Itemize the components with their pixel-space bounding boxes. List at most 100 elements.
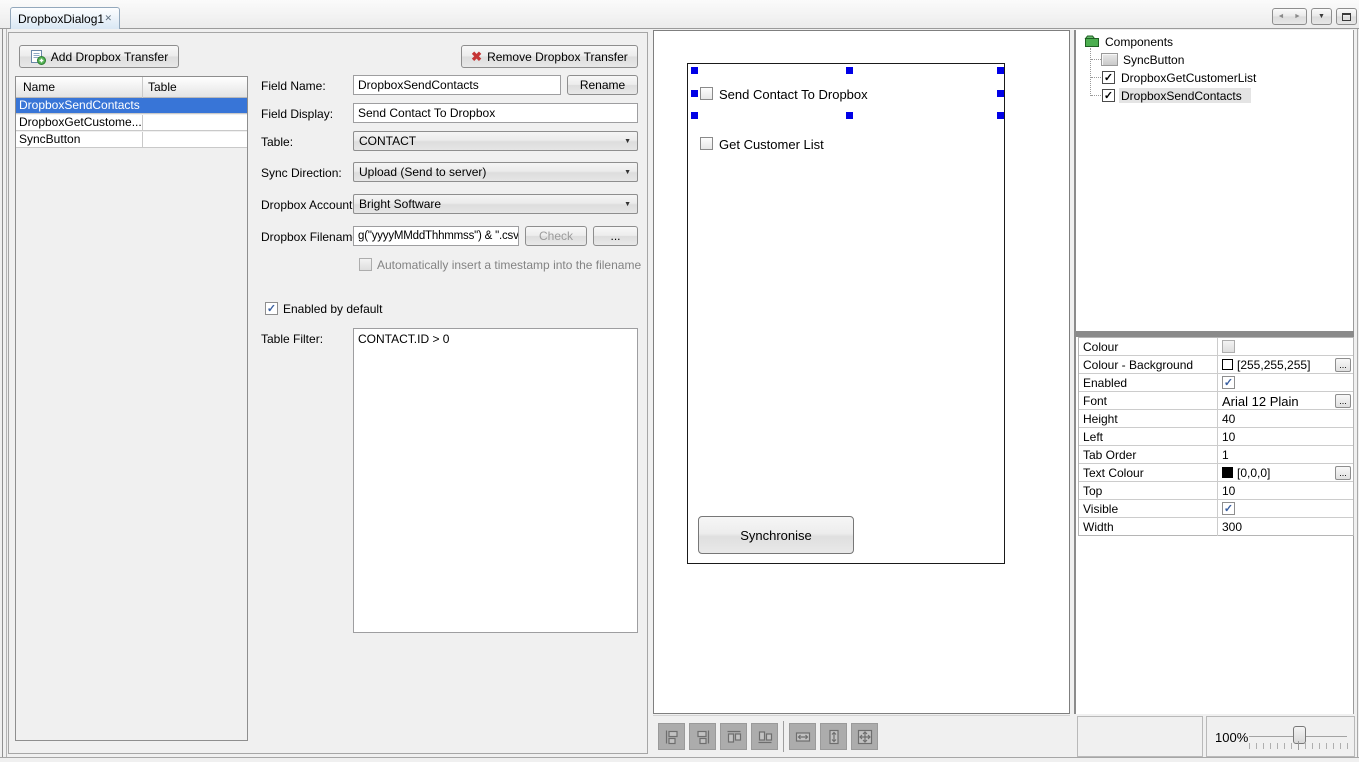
design-canvas[interactable]: Send Contact To Dropbox Get Customer Lis…: [653, 30, 1070, 714]
tree-connector: [1091, 59, 1101, 60]
selection-handle[interactable]: [691, 112, 698, 119]
align-bottom-edges-button[interactable]: [751, 723, 778, 750]
property-value[interactable]: 300: [1222, 520, 1242, 534]
checkbox-component-icon[interactable]: ✓: [1102, 89, 1115, 102]
zoom-percent-label: 100%: [1215, 730, 1248, 745]
dropbox-filename-input[interactable]: g("yyyyMMddThhmmss") & ".csv": [353, 226, 519, 246]
rename-button[interactable]: Rename: [567, 75, 638, 95]
cell-divider: [142, 132, 143, 148]
scroll-tabs-right-button[interactable]: ►: [1289, 8, 1307, 25]
property-row: Font Arial 12 Plain ...: [1079, 392, 1353, 410]
scroll-tabs-left-button[interactable]: ◄: [1272, 8, 1290, 25]
table-row[interactable]: SyncButton: [16, 132, 247, 148]
sync-direction-label: Sync Direction:: [261, 166, 342, 180]
tree-item-syncbutton[interactable]: SyncButton: [1123, 53, 1184, 67]
property-row: Colour: [1079, 338, 1353, 356]
field-display-input[interactable]: Send Contact To Dropbox: [353, 103, 638, 123]
table-row[interactable]: DropboxGetCustome...: [16, 115, 247, 131]
field-display-value: Send Contact To Dropbox: [358, 106, 495, 120]
tab-dropboxdialog1[interactable]: DropboxDialog1 ✕: [10, 7, 120, 29]
column-header-table[interactable]: Table: [148, 80, 177, 94]
selection-handle[interactable]: [997, 90, 1004, 97]
selection-handle[interactable]: [997, 67, 1004, 74]
property-row: Colour - Background [255,255,255] ...: [1079, 356, 1353, 374]
property-name: Enabled: [1083, 376, 1127, 390]
property-value[interactable]: 40: [1222, 412, 1235, 426]
add-dropbox-transfer-button[interactable]: Add Dropbox Transfer: [19, 45, 179, 68]
get-customer-checkbox[interactable]: [700, 137, 713, 150]
check-icon: ✓: [1224, 378, 1233, 388]
align-top-edges-button[interactable]: [720, 723, 747, 750]
visible-checkbox[interactable]: ✓: [1222, 502, 1235, 515]
timestamp-checkbox-label: Automatically insert a timestamp into th…: [377, 258, 641, 272]
zoom-slider-thumb[interactable]: [1293, 726, 1306, 744]
same-width-button[interactable]: [789, 723, 816, 750]
arrow-left-icon: ◄: [1278, 13, 1285, 20]
property-name: Colour - Background: [1083, 358, 1193, 372]
align-right-edges-button[interactable]: [689, 723, 716, 750]
tree-item-dropboxgetcustomerlist[interactable]: DropboxGetCustomerList: [1121, 71, 1256, 85]
colour-checkbox[interactable]: [1222, 340, 1235, 353]
selection-handle[interactable]: [997, 112, 1004, 119]
filename-browse-button[interactable]: ...: [593, 226, 638, 246]
zoom-slider-center-tick: [1298, 741, 1299, 750]
ellipsis-icon: ...: [1339, 397, 1347, 405]
check-icon: ✓: [1104, 91, 1113, 101]
property-name: Font: [1083, 394, 1107, 408]
check-icon: ✓: [1224, 504, 1233, 514]
window-right-edge: [1357, 29, 1358, 757]
tab-list-dropdown-button[interactable]: ▼: [1311, 8, 1332, 25]
table-filter-textarea[interactable]: CONTACT.ID > 0: [353, 328, 638, 633]
tree-connector: [1091, 95, 1101, 96]
enabled-checkbox[interactable]: ✓: [1222, 376, 1235, 389]
checkbox-component-icon[interactable]: ✓: [1102, 71, 1115, 84]
maximize-icon: [1342, 13, 1351, 21]
remove-button-label: Remove Dropbox Transfer: [487, 50, 628, 64]
table-row[interactable]: DropboxSendContacts: [16, 98, 247, 114]
tab-close-icon[interactable]: ✕: [104, 13, 112, 24]
property-name: Text Colour: [1083, 466, 1144, 480]
background-colour-browse-button[interactable]: ...: [1335, 358, 1351, 372]
selection-handle[interactable]: [691, 67, 698, 74]
send-contact-checkbox[interactable]: [700, 87, 713, 100]
property-value[interactable]: [0,0,0]: [1222, 466, 1270, 480]
rename-button-label: Rename: [580, 78, 625, 92]
selection-handle[interactable]: [846, 112, 853, 119]
field-name-input[interactable]: DropboxSendContacts: [353, 75, 561, 95]
property-value[interactable]: 10: [1222, 484, 1235, 498]
check-button[interactable]: Check: [525, 226, 587, 246]
column-header-name[interactable]: Name: [23, 80, 55, 94]
property-value[interactable]: 10: [1222, 430, 1235, 444]
window-left-edge-2: [6, 29, 7, 757]
remove-dropbox-transfer-button[interactable]: ✖ Remove Dropbox Transfer: [461, 45, 638, 68]
maximize-view-button[interactable]: [1336, 8, 1357, 25]
enabled-by-default-label: Enabled by default: [283, 302, 382, 316]
property-value[interactable]: Arial 12 Plain: [1222, 394, 1299, 409]
same-height-button[interactable]: [820, 723, 847, 750]
sync-direction-select[interactable]: Upload (Send to server) ▼: [353, 162, 638, 182]
tab-bar: DropboxDialog1 ✕ ◄ ► ▼: [0, 0, 1359, 29]
selection-handle[interactable]: [691, 90, 698, 97]
font-browse-button[interactable]: ...: [1335, 394, 1351, 408]
arrow-right-icon: ►: [1294, 13, 1301, 20]
table-filter-label: Table Filter:: [261, 332, 323, 346]
tree-item-dropboxsendcontacts[interactable]: DropboxSendContacts: [1121, 89, 1242, 103]
same-size-button[interactable]: [851, 723, 878, 750]
property-row: Text Colour [0,0,0] ...: [1079, 464, 1353, 482]
text-colour-browse-button[interactable]: ...: [1335, 466, 1351, 480]
table-select[interactable]: CONTACT ▼: [353, 131, 638, 151]
selection-handle[interactable]: [846, 67, 853, 74]
property-name: Visible: [1083, 502, 1118, 516]
synchronise-button[interactable]: Synchronise: [698, 516, 854, 554]
same-size-icon: [856, 728, 874, 746]
enabled-by-default-checkbox[interactable]: ✓: [265, 302, 278, 315]
align-left-edges-button[interactable]: [658, 723, 685, 750]
dropbox-account-select[interactable]: Bright Software ▼: [353, 194, 638, 214]
dropbox-filename-value: g("yyyyMMddThhmmss") & ".csv": [358, 230, 519, 242]
property-value[interactable]: 1: [1222, 448, 1229, 462]
column-divider[interactable]: [142, 77, 143, 98]
add-button-label: Add Dropbox Transfer: [51, 50, 168, 64]
components-root-node[interactable]: Components: [1105, 35, 1173, 49]
property-value[interactable]: [255,255,255]: [1222, 358, 1310, 372]
timestamp-checkbox[interactable]: [359, 258, 372, 271]
